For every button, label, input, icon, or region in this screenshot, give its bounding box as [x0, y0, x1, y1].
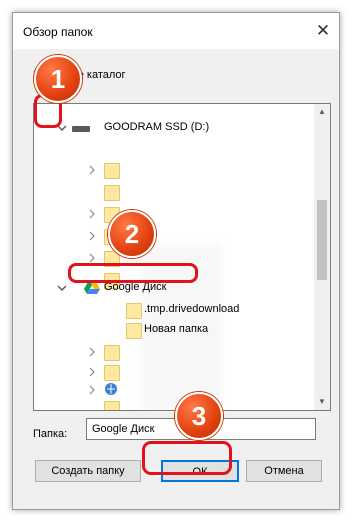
folder-icon	[104, 365, 120, 381]
tree-item[interactable]	[34, 182, 314, 202]
tree-item-child[interactable]: .tmp.drivedownload	[34, 300, 314, 320]
step-badge-1: 1	[34, 55, 82, 103]
folder-icon	[126, 323, 142, 339]
tree-item-drive[interactable]: GOODRAM SSD (D:)	[34, 118, 314, 138]
scroll-thumb[interactable]	[317, 200, 327, 280]
chevron-down-icon[interactable]	[56, 282, 68, 294]
tree-item-label: GOODRAM SSD (D:)	[104, 121, 210, 133]
chevron-right-icon[interactable]	[86, 164, 98, 176]
new-folder-button[interactable]: Создать папку	[35, 460, 141, 482]
folder-icon	[104, 401, 120, 410]
tree-item[interactable]	[34, 160, 314, 180]
scroll-up-icon[interactable]: ▲	[314, 104, 330, 120]
step-badge-2: 2	[108, 210, 156, 258]
tree-item[interactable]	[34, 380, 314, 400]
tree-item-child[interactable]: Новая папка	[34, 320, 314, 340]
folder-tree[interactable]: GOODRAM SSD (D:) Google Диск .tmp.drived…	[33, 103, 331, 411]
tree-item[interactable]	[34, 362, 314, 382]
tree-item[interactable]	[34, 226, 314, 246]
chevron-right-icon[interactable]	[86, 208, 98, 220]
highlight-google-drive	[68, 263, 198, 283]
highlight-ok-button	[142, 441, 232, 475]
network-icon	[104, 382, 118, 399]
folder-icon	[126, 303, 142, 319]
tree-item[interactable]	[34, 204, 314, 224]
folder-icon	[104, 345, 120, 361]
tree-item-label: .tmp.drivedownload	[144, 303, 240, 315]
tree-item[interactable]	[34, 398, 314, 410]
cancel-button[interactable]: Отмена	[246, 460, 322, 482]
scroll-down-icon[interactable]: ▼	[314, 394, 330, 410]
vertical-scrollbar[interactable]: ▲ ▼	[314, 104, 330, 410]
drive-icon	[72, 126, 90, 132]
chevron-right-icon[interactable]	[86, 366, 98, 378]
close-button[interactable]: ✕	[313, 21, 333, 41]
dialog-title: Обзор папок	[23, 25, 93, 39]
step-badge-3: 3	[175, 392, 223, 440]
title-bar: Обзор папок ✕	[13, 13, 339, 49]
chevron-right-icon[interactable]	[86, 384, 98, 396]
chevron-right-icon[interactable]	[86, 230, 98, 242]
folder-icon	[104, 163, 120, 179]
tree-item[interactable]	[34, 342, 314, 362]
chevron-right-icon[interactable]	[86, 346, 98, 358]
folder-icon	[104, 185, 120, 201]
tree-item-label: Новая папка	[144, 323, 209, 335]
folder-field-label: Папка:	[33, 428, 68, 440]
